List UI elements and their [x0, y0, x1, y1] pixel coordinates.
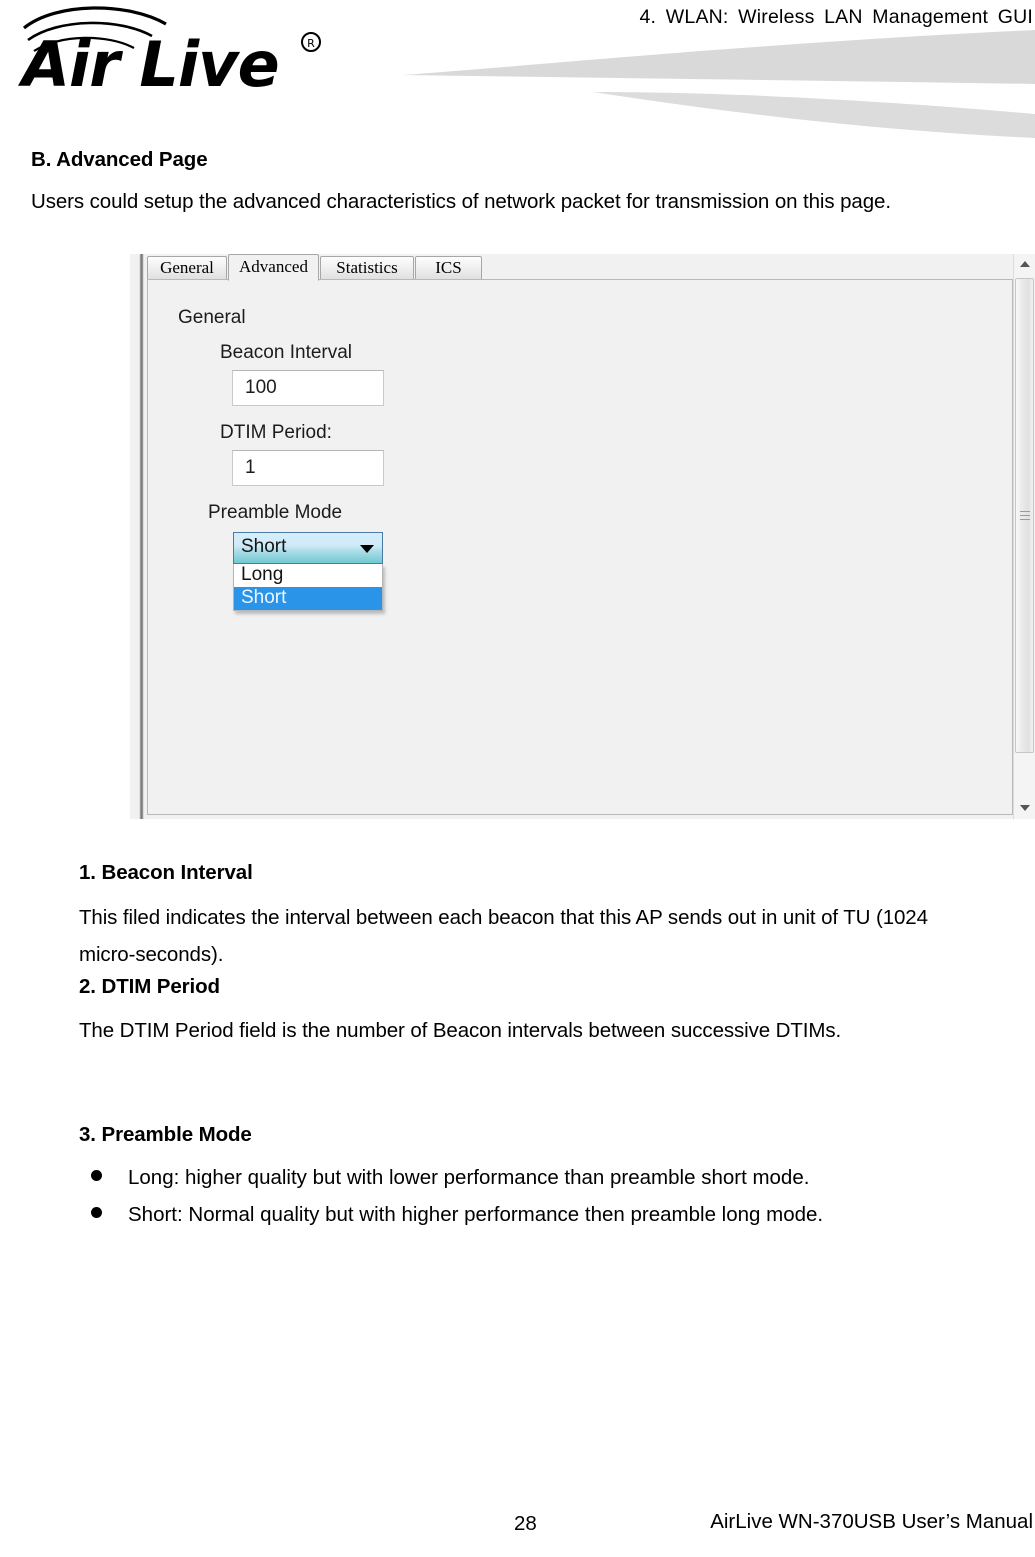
note-3-title: 3. Preamble Mode	[79, 1123, 252, 1146]
beacon-interval-label: Beacon Interval	[220, 342, 353, 363]
svg-text:Air Live: Air Live	[17, 28, 279, 100]
dtim-period-label: DTIM Period:	[220, 422, 332, 443]
vertical-scrollbar[interactable]	[1013, 254, 1035, 819]
triangle-down-icon	[1020, 805, 1030, 811]
screenshot-left-edge	[139, 254, 144, 819]
scroll-up-button[interactable]	[1014, 254, 1035, 275]
dropdown-option-short[interactable]: Short	[234, 587, 382, 610]
section-heading: B. Advanced Page	[31, 148, 208, 171]
bullet-dot-icon	[91, 1207, 102, 1218]
header-swoosh-graphic	[395, 30, 1035, 138]
beacon-interval-input[interactable]: 100	[232, 370, 384, 406]
scrollbar-grip-icon	[1020, 511, 1030, 522]
section-intro: Users could setup the advanced character…	[31, 190, 891, 213]
page-number: 28	[514, 1512, 537, 1535]
note-1-body: This filed indicates the interval betwee…	[79, 906, 928, 966]
preamble-mode-dropdown-list[interactable]: Long Short	[233, 564, 383, 611]
note-3-bullet-short: Short: Normal quality but with higher pe…	[128, 1203, 824, 1226]
scrollbar-thumb[interactable]	[1015, 278, 1034, 753]
note-1-title: 1. Beacon Interval	[79, 861, 253, 884]
note-3-bullet-long: Long: higher quality but with lower perf…	[128, 1166, 810, 1189]
tab-ics[interactable]: ICS	[415, 256, 482, 280]
note-2-title: 2. DTIM Period	[79, 975, 220, 998]
group-title-general: General	[178, 307, 246, 328]
tab-strip: General Advanced Statistics ICS	[147, 254, 1013, 281]
note-2-body: The DTIM Period field is the number of B…	[79, 1019, 842, 1042]
preamble-mode-combobox[interactable]: Short	[233, 532, 383, 564]
tab-statistics[interactable]: Statistics	[320, 256, 414, 280]
scroll-down-button[interactable]	[1014, 798, 1035, 819]
dtim-period-input[interactable]: 1	[232, 450, 384, 486]
wlan-utility-screenshot: General Advanced Statistics ICS General …	[130, 254, 1035, 819]
page-header: Air Live R 4. WLAN: Wireless LAN Managem…	[0, 0, 1035, 138]
chapter-title: 4. WLAN: Wireless LAN Management GUI	[639, 6, 1033, 28]
chevron-down-icon[interactable]	[360, 545, 374, 553]
tab-advanced[interactable]: Advanced	[228, 254, 319, 281]
manual-title-footer: AirLive WN-370USB User’s Manual	[710, 1510, 1033, 1533]
svg-text:R: R	[307, 37, 315, 50]
dropdown-option-long[interactable]: Long	[234, 564, 382, 587]
bullet-dot-icon	[91, 1170, 102, 1181]
preamble-mode-selected-value: Short	[241, 536, 287, 557]
triangle-up-icon	[1020, 261, 1030, 267]
preamble-mode-label: Preamble Mode	[208, 502, 343, 523]
tab-general[interactable]: General	[147, 256, 227, 280]
airlive-logo: Air Live R	[16, 4, 336, 100]
